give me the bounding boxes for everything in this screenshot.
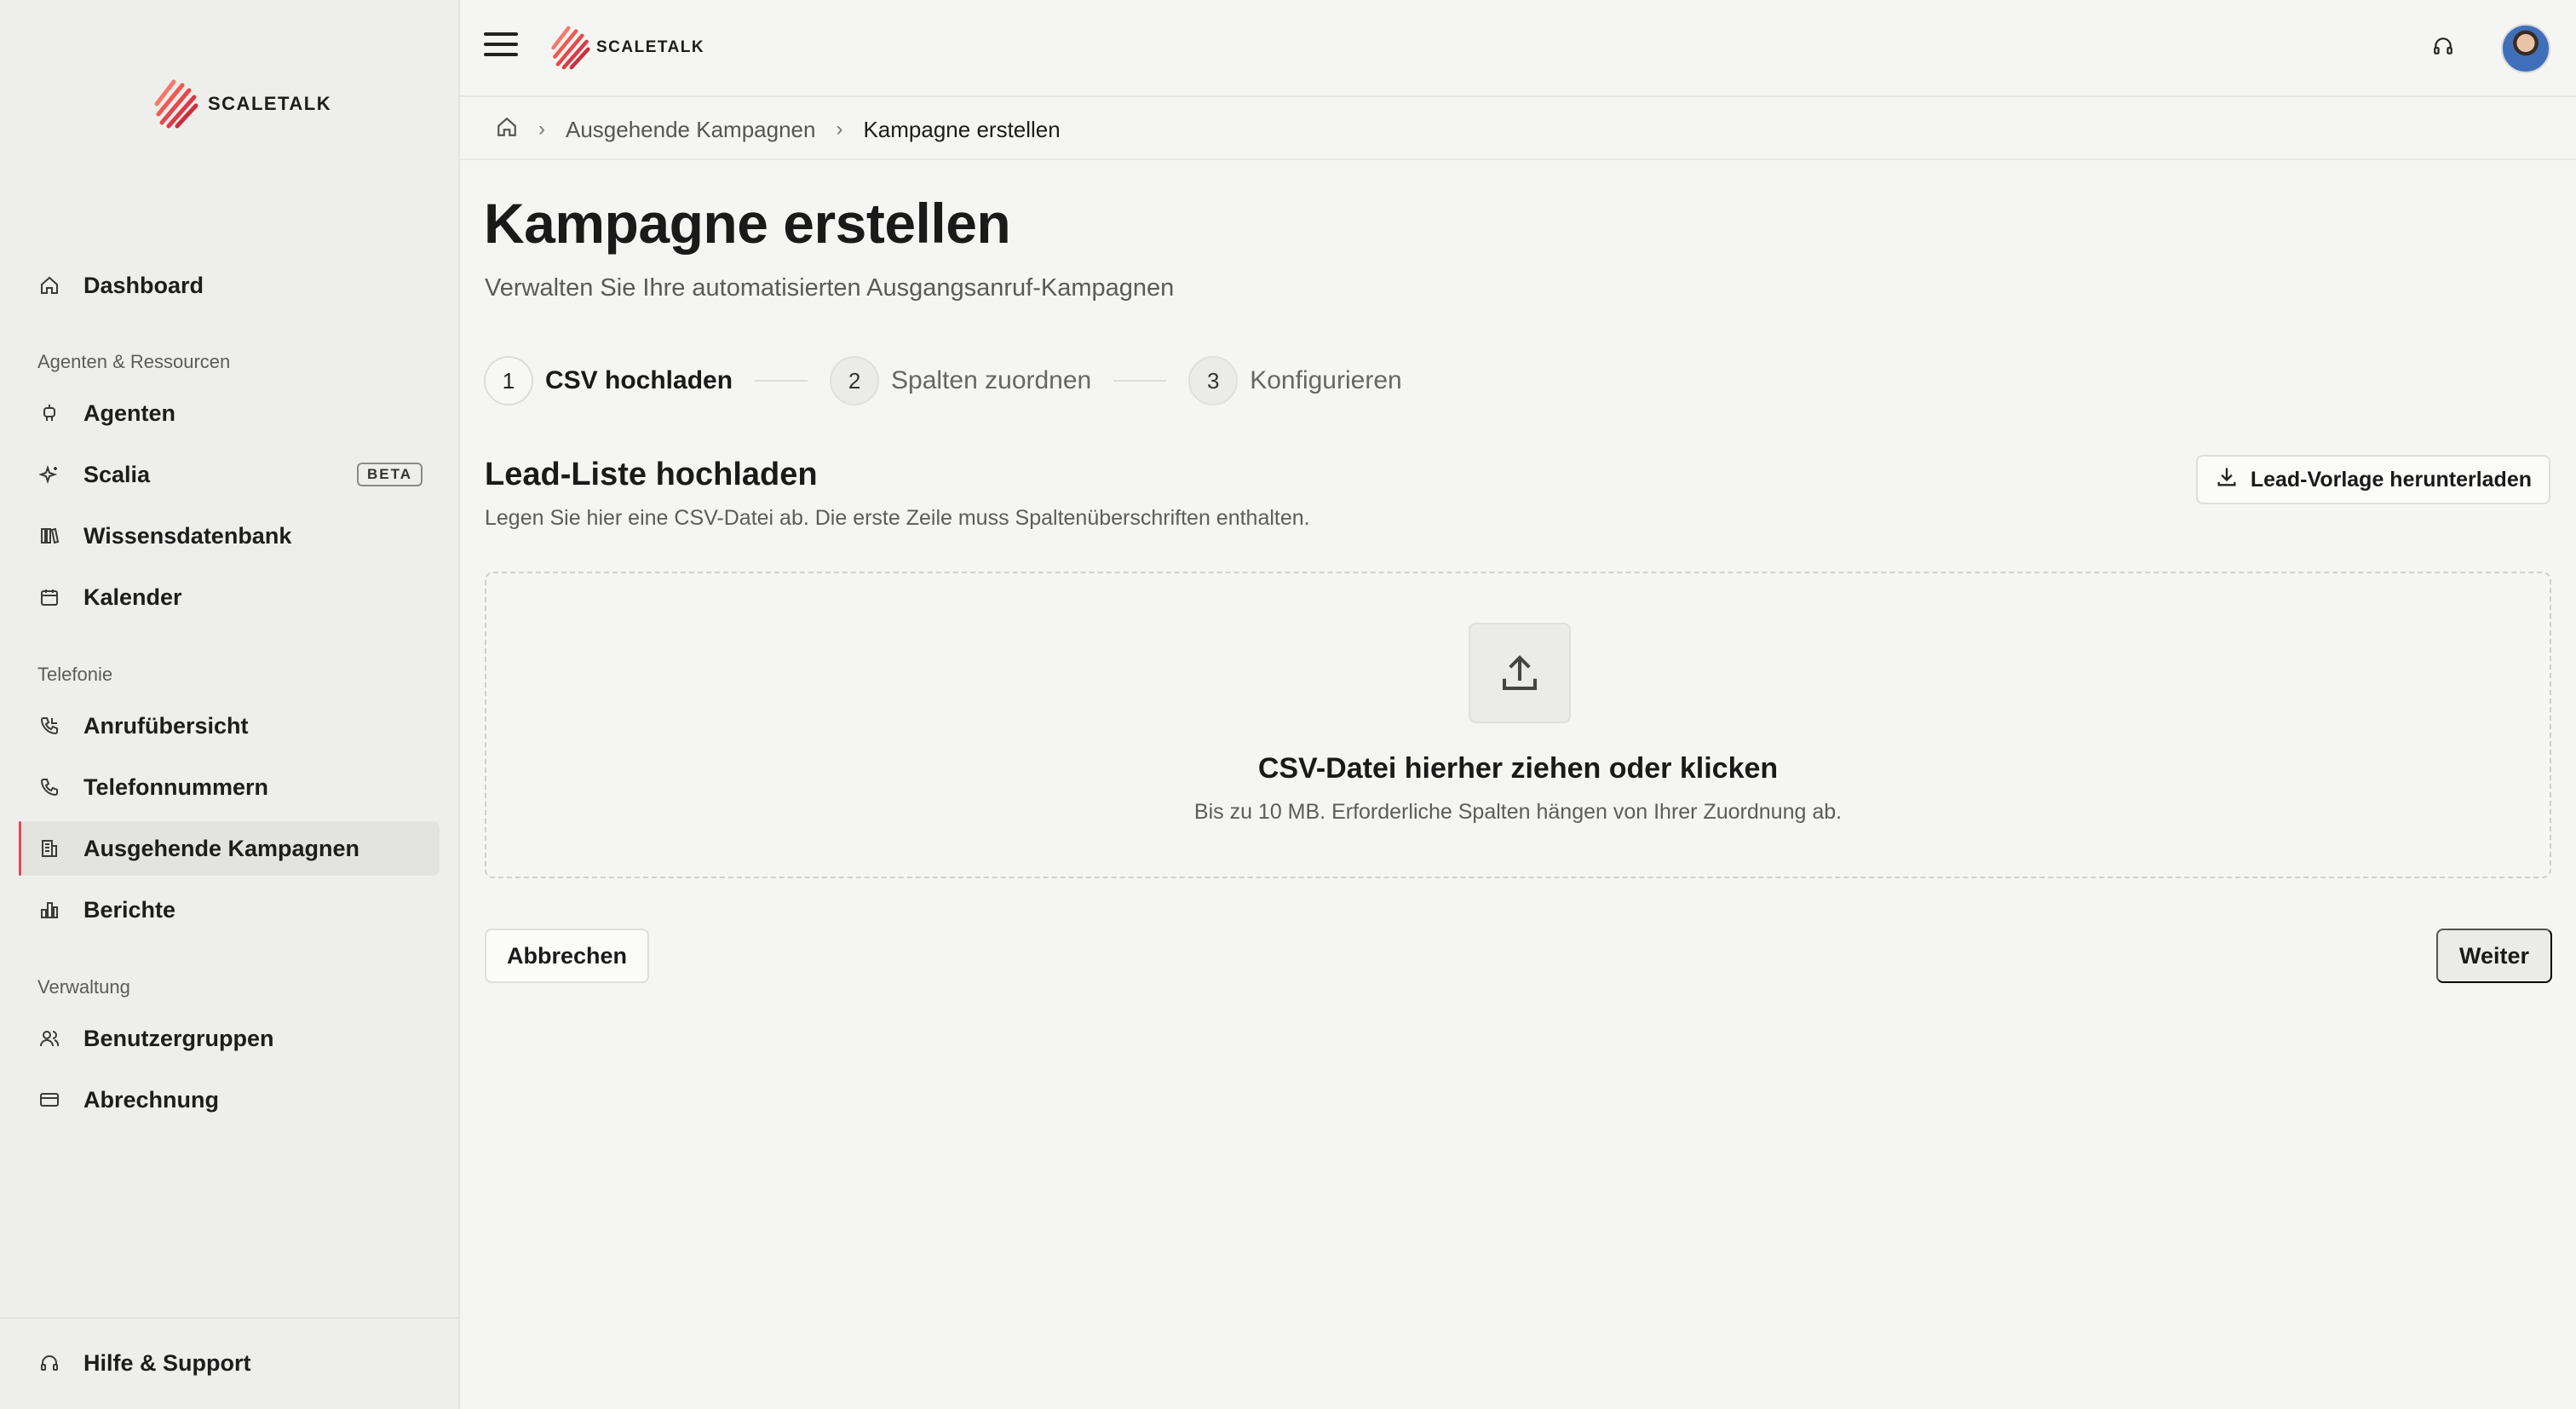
headset-icon: [2432, 35, 2454, 61]
sidebar-item-agents[interactable]: Agenten: [19, 386, 440, 440]
sidebar-item-help[interactable]: Hilfe & Support: [19, 1336, 440, 1390]
chevron-right-icon: ›: [538, 118, 545, 141]
sidebar-item-label: Kalender: [83, 584, 182, 610]
support-button[interactable]: [2426, 31, 2460, 65]
menu-icon-line: [484, 43, 518, 46]
breadcrumb-campaigns-link[interactable]: Ausgehende Kampagnen: [566, 117, 815, 143]
sidebar-item-label: Dashboard: [83, 272, 204, 298]
user-avatar[interactable]: [2501, 24, 2550, 73]
step-label: Konfigurieren: [1250, 366, 1402, 394]
scaletalk-logo-icon: [550, 24, 591, 72]
cancel-button[interactable]: Abbrechen: [485, 929, 649, 983]
sidebar-item-label: Abrechnung: [83, 1086, 219, 1113]
step-label: CSV hochladen: [545, 366, 733, 394]
sidebar-item-calendar[interactable]: Kalender: [19, 570, 440, 624]
headset-icon: [37, 1351, 61, 1375]
sidebar-item-label: Hilfe & Support: [83, 1349, 251, 1376]
beta-badge: BETA: [356, 463, 423, 486]
sidebar-section-telephony: Telefonie: [37, 664, 113, 685]
menu-icon-line: [484, 53, 518, 56]
sidebar: SCALETALK Dashboard Agenten & Ressourcen…: [0, 0, 460, 1409]
csv-dropzone[interactable]: CSV-Datei hierher ziehen oder klicken Bi…: [485, 572, 2551, 878]
page-title: Kampagne erstellen: [484, 192, 1011, 255]
step-connector: [755, 380, 808, 382]
home-icon: [496, 117, 518, 143]
sidebar-section-admin: Verwaltung: [37, 976, 130, 998]
upload-icon: [1469, 623, 1571, 723]
breadcrumb-home-link[interactable]: [496, 116, 518, 144]
phone-icon: [37, 775, 61, 799]
sidebar-item-dashboard[interactable]: Dashboard: [19, 258, 440, 313]
sidebar-item-reports[interactable]: Berichte: [19, 883, 440, 937]
users-icon: [37, 1027, 61, 1050]
sidebar-item-campaigns[interactable]: Ausgehende Kampagnen: [19, 821, 440, 876]
step-number: 2: [830, 356, 880, 405]
sidebar-item-label: Ausgehende Kampagnen: [83, 835, 360, 861]
next-button[interactable]: Weiter: [2436, 929, 2552, 983]
breadcrumb-divider: [460, 158, 2576, 160]
stepper: 1 CSV hochladen 2 Spalten zuordnen 3 Kon…: [484, 356, 1402, 405]
sidebar-item-scalia[interactable]: Scalia BETA: [19, 447, 440, 502]
download-template-label: Lead-Vorlage herunterladen: [2250, 467, 2532, 492]
chevron-right-icon: ›: [836, 118, 843, 141]
step-connector: [1113, 380, 1167, 382]
sidebar-item-billing[interactable]: Abrechnung: [19, 1073, 440, 1127]
sidebar-item-label: Berichte: [83, 896, 176, 923]
download-template-button[interactable]: Lead-Vorlage herunterladen: [2195, 455, 2550, 504]
sidebar-item-label: Agenten: [83, 400, 175, 426]
breadcrumb-current: Kampagne erstellen: [863, 116, 1061, 142]
sidebar-item-label: Anrufübersicht: [83, 712, 249, 739]
library-icon: [37, 524, 61, 548]
building-icon: [37, 837, 61, 860]
credit-card-icon: [37, 1088, 61, 1112]
breadcrumb: › Ausgehende Kampagnen › Kampagne erstel…: [496, 112, 1061, 147]
step-configure[interactable]: 3 Konfigurieren: [1188, 356, 1402, 405]
download-icon: [2215, 465, 2239, 495]
home-icon: [37, 273, 61, 297]
step-label: Spalten zuordnen: [891, 366, 1092, 394]
sidebar-item-label: Wissensdatenbank: [83, 522, 292, 549]
robot-icon: [37, 401, 61, 425]
menu-toggle-button[interactable]: [484, 32, 518, 63]
sidebar-item-label: Scalia: [83, 461, 151, 487]
sidebar-item-numbers[interactable]: Telefonnummern: [19, 760, 440, 814]
bar-chart-icon: [37, 898, 61, 922]
phone-incoming-icon: [37, 714, 61, 738]
sparkles-icon: [37, 463, 61, 486]
dropzone-title: CSV-Datei hierher ziehen oder klicken: [1257, 752, 1779, 785]
top-bar: SCALETALK: [460, 0, 2576, 97]
sidebar-item-knowledge[interactable]: Wissensdatenbank: [19, 509, 440, 563]
step-number: 1: [484, 356, 533, 405]
calendar-icon: [37, 585, 61, 609]
sidebar-logo[interactable]: SCALETALK: [153, 78, 331, 129]
sidebar-divider: [0, 1317, 460, 1319]
header-logo[interactable]: SCALETALK: [550, 24, 704, 72]
dropzone-subtitle: Bis zu 10 MB. Erforderliche Spalten häng…: [1193, 800, 1843, 824]
step-upload[interactable]: 1 CSV hochladen: [484, 356, 733, 405]
sidebar-item-calls[interactable]: Anrufübersicht: [19, 699, 440, 753]
sidebar-brand-name: SCALETALK: [208, 93, 332, 114]
sidebar-item-label: Benutzergruppen: [83, 1025, 274, 1051]
step-map-columns[interactable]: 2 Spalten zuordnen: [830, 356, 1091, 405]
step-number: 3: [1188, 356, 1239, 405]
menu-icon: [484, 32, 518, 36]
sidebar-section-agents: Agenten & Ressourcen: [37, 351, 231, 372]
header-brand-name: SCALETALK: [596, 38, 705, 56]
sidebar-item-label: Telefonnummern: [83, 774, 269, 800]
section-title: Lead-Liste hochladen: [485, 457, 818, 492]
section-subtitle: Legen Sie hier eine CSV-Datei ab. Die er…: [485, 506, 1310, 530]
scaletalk-logo-icon: [153, 78, 199, 129]
page-subtitle: Verwalten Sie Ihre automatisierten Ausga…: [485, 274, 1175, 302]
sidebar-item-usergroups[interactable]: Benutzergruppen: [19, 1011, 440, 1066]
